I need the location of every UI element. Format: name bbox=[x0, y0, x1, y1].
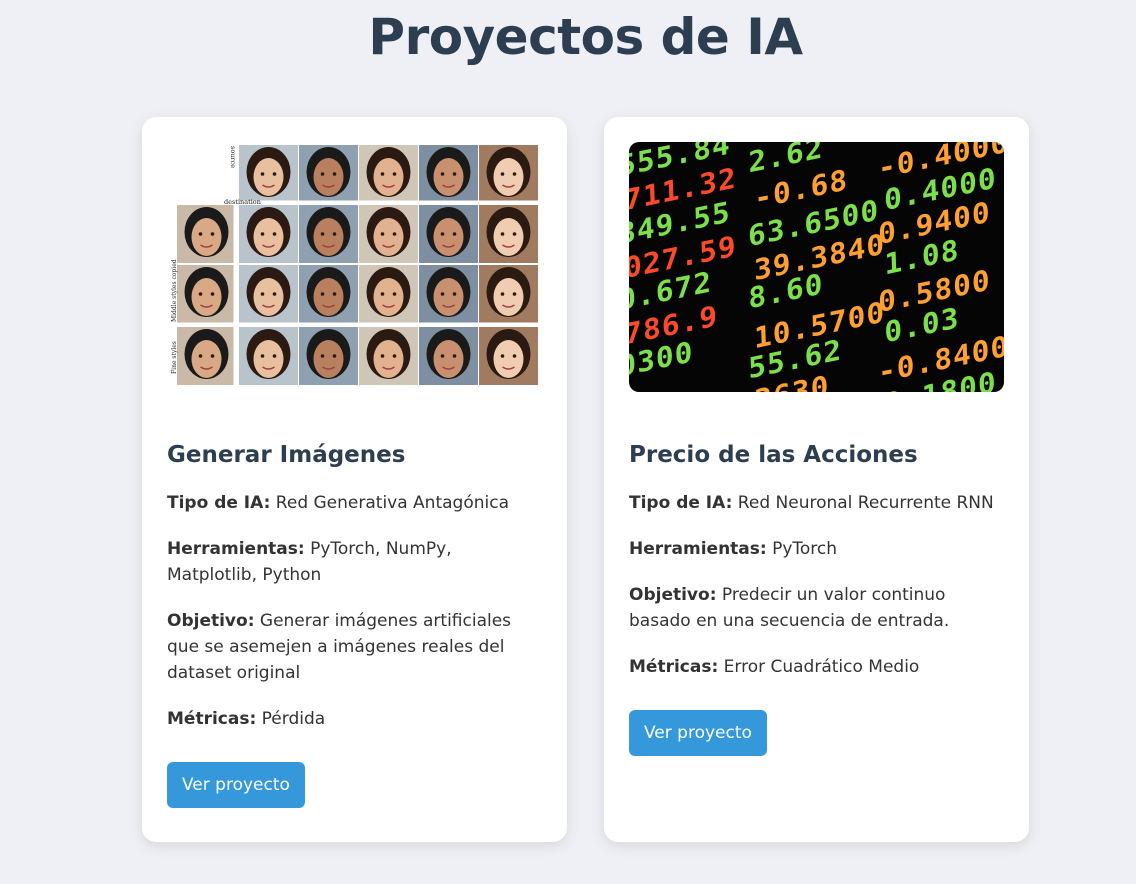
face-eye bbox=[452, 354, 457, 358]
face-eye bbox=[272, 172, 277, 176]
source-label: source bbox=[229, 146, 237, 168]
face-eye bbox=[452, 232, 457, 236]
field-tipo: Tipo de IA: Red Neuronal Recurrente RNN bbox=[629, 493, 994, 513]
project-title: Precio de las Acciones bbox=[629, 442, 918, 468]
face bbox=[493, 278, 524, 316]
face-eye bbox=[332, 292, 337, 296]
field-metricas: Métricas: Error Cuadrático Medio bbox=[629, 657, 920, 677]
face-eye bbox=[320, 354, 325, 358]
face bbox=[313, 278, 344, 316]
face-eye bbox=[440, 172, 445, 176]
face-eye bbox=[500, 292, 505, 296]
face-eye bbox=[500, 232, 505, 236]
face bbox=[373, 218, 404, 256]
face-eye bbox=[380, 232, 385, 236]
face-eye bbox=[320, 292, 325, 296]
face-grid-image: destination source Middle styles copied … bbox=[167, 142, 542, 392]
face-eye bbox=[392, 354, 397, 358]
project-title: Generar Imágenes bbox=[167, 442, 406, 468]
face-eye bbox=[512, 354, 517, 358]
face-eye bbox=[320, 232, 325, 236]
face-eye bbox=[332, 354, 337, 358]
face bbox=[253, 158, 284, 196]
face-eye bbox=[272, 292, 277, 296]
face-eye bbox=[380, 172, 385, 176]
face-eye bbox=[392, 172, 397, 176]
field-objetivo: Objetivo: Generar imágenes artificiales … bbox=[167, 611, 512, 683]
face-eye bbox=[500, 354, 505, 358]
field-herramientas: Herramientas: PyTorch, NumPy, Matplotlib… bbox=[167, 539, 452, 585]
face bbox=[373, 158, 404, 196]
view-project-button[interactable]: Ver proyecto bbox=[167, 762, 305, 808]
face-eye bbox=[452, 172, 457, 176]
field-objetivo: Objetivo: Predecir un valor continuo bas… bbox=[629, 585, 950, 631]
destination-label: destination bbox=[224, 198, 261, 206]
field-herramientas: Herramientas: PyTorch bbox=[629, 539, 838, 559]
face-eye bbox=[260, 232, 265, 236]
page-title: Proyectos de IA bbox=[368, 8, 803, 66]
face bbox=[253, 278, 284, 316]
face-eye bbox=[198, 232, 203, 236]
face-eye bbox=[210, 232, 215, 236]
face bbox=[253, 218, 284, 256]
face bbox=[493, 340, 524, 378]
face bbox=[313, 218, 344, 256]
face bbox=[433, 218, 464, 256]
face-eye bbox=[198, 354, 203, 358]
face bbox=[313, 340, 344, 378]
face-eye bbox=[440, 232, 445, 236]
face-eye bbox=[210, 354, 215, 358]
face-eye bbox=[272, 232, 277, 236]
face-eye bbox=[320, 172, 325, 176]
face bbox=[253, 340, 284, 378]
project-image: destination source Middle styles copied … bbox=[167, 142, 542, 392]
fine-styles-label: Fine styles bbox=[171, 341, 178, 374]
project-card: 555.84 711.32 349.55 027.59 0.672 786.9 0300 2.… bbox=[604, 117, 1029, 842]
face bbox=[373, 278, 404, 316]
field-metricas: Métricas: Pérdida bbox=[167, 709, 326, 729]
project-image: 555.84 711.32 349.55 027.59 0.672 786.9 0300 2.… bbox=[629, 142, 1004, 392]
field-tipo: Tipo de IA: Red Generativa Antagónica bbox=[167, 493, 509, 513]
face-eye bbox=[210, 292, 215, 296]
face-eye bbox=[260, 292, 265, 296]
face-eye bbox=[512, 232, 517, 236]
face-eye bbox=[272, 354, 277, 358]
middle-styles-label: Middle styles copied bbox=[171, 259, 178, 322]
face bbox=[493, 218, 524, 256]
face bbox=[191, 340, 222, 378]
face-eye bbox=[500, 172, 505, 176]
face-eye bbox=[512, 172, 517, 176]
face-eye bbox=[260, 354, 265, 358]
face bbox=[191, 218, 222, 256]
face bbox=[373, 340, 404, 378]
face bbox=[493, 158, 524, 196]
face-eye bbox=[380, 354, 385, 358]
face bbox=[191, 278, 222, 316]
face-eye bbox=[260, 172, 265, 176]
face-eye bbox=[440, 292, 445, 296]
face-eye bbox=[512, 292, 517, 296]
face-eye bbox=[198, 292, 203, 296]
face-eye bbox=[392, 292, 397, 296]
project-card: destination source Middle styles copied … bbox=[142, 117, 567, 842]
face-eye bbox=[452, 292, 457, 296]
face bbox=[313, 158, 344, 196]
face bbox=[433, 340, 464, 378]
face-eye bbox=[392, 232, 397, 236]
face-eye bbox=[332, 232, 337, 236]
face-eye bbox=[332, 172, 337, 176]
face bbox=[433, 158, 464, 196]
face-eye bbox=[440, 354, 445, 358]
view-project-button[interactable]: Ver proyecto bbox=[629, 710, 767, 756]
face-eye bbox=[380, 292, 385, 296]
face bbox=[433, 278, 464, 316]
